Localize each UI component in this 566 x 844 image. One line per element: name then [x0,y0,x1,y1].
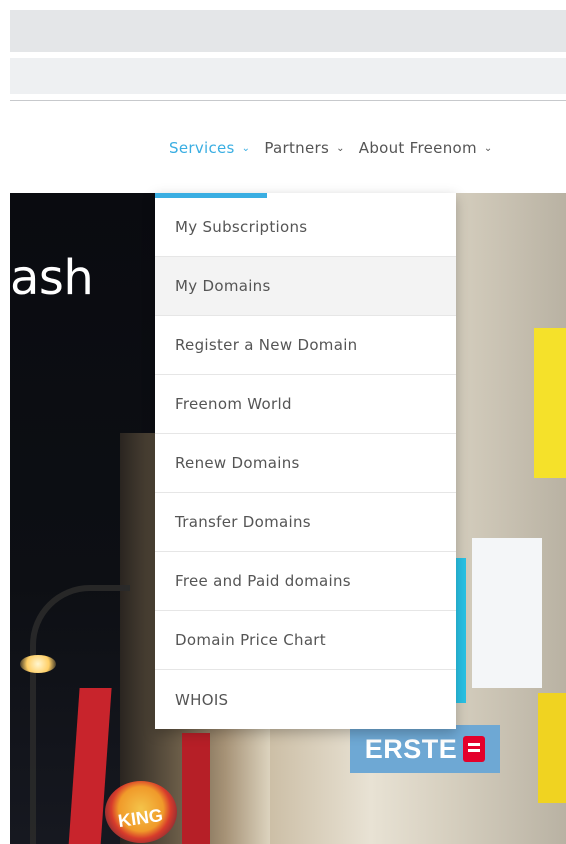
erste-bank-sign: ERSTE [350,725,500,773]
hero-heading: ash [10,250,94,306]
yellow-sign-lower [538,693,566,803]
erste-logo-icon [463,736,486,762]
menu-item-my-subscriptions[interactable]: My Subscriptions [155,193,456,257]
yellow-sign [534,328,566,478]
menu-item-renew-domains[interactable]: Renew Domains [155,434,456,493]
menu-item-whois[interactable]: WHOIS [155,670,456,729]
chevron-down-icon: ⌄ [241,142,251,154]
services-dropdown: My Subscriptions My Domains Register a N… [155,193,456,729]
menu-item-transfer-domains[interactable]: Transfer Domains [155,493,456,552]
main-nav: Services ⌄ Partners ⌄ About Freenom ⌄ [169,137,507,159]
chevron-down-icon: ⌄ [483,142,493,154]
chevron-down-icon: ⌄ [336,142,345,154]
erste-sign-text: ERSTE [364,733,458,764]
nav-services[interactable]: Services ⌄ [169,139,250,157]
menu-item-domain-price-chart[interactable]: Domain Price Chart [155,611,456,670]
browser-address-bar[interactable] [10,58,566,94]
header-divider [10,100,566,101]
dropdown-accent-bar [155,193,267,198]
nav-partners[interactable]: Partners ⌄ [264,139,344,157]
menu-item-free-paid-domains[interactable]: Free and Paid domains [155,552,456,611]
menu-item-register-domain[interactable]: Register a New Domain [155,316,456,375]
browser-tab-bar [10,10,566,52]
nav-about-label: About Freenom [358,139,477,157]
nav-partners-label: Partners [264,139,330,157]
nav-about-freenom[interactable]: About Freenom ⌄ [359,139,493,157]
white-sign [472,538,542,688]
street-lamp-light [20,655,56,673]
nav-services-label: Services [169,139,235,157]
menu-item-my-domains[interactable]: My Domains [155,257,456,316]
red-banner-right [182,733,210,844]
menu-item-freenom-world[interactable]: Freenom World [155,375,456,434]
